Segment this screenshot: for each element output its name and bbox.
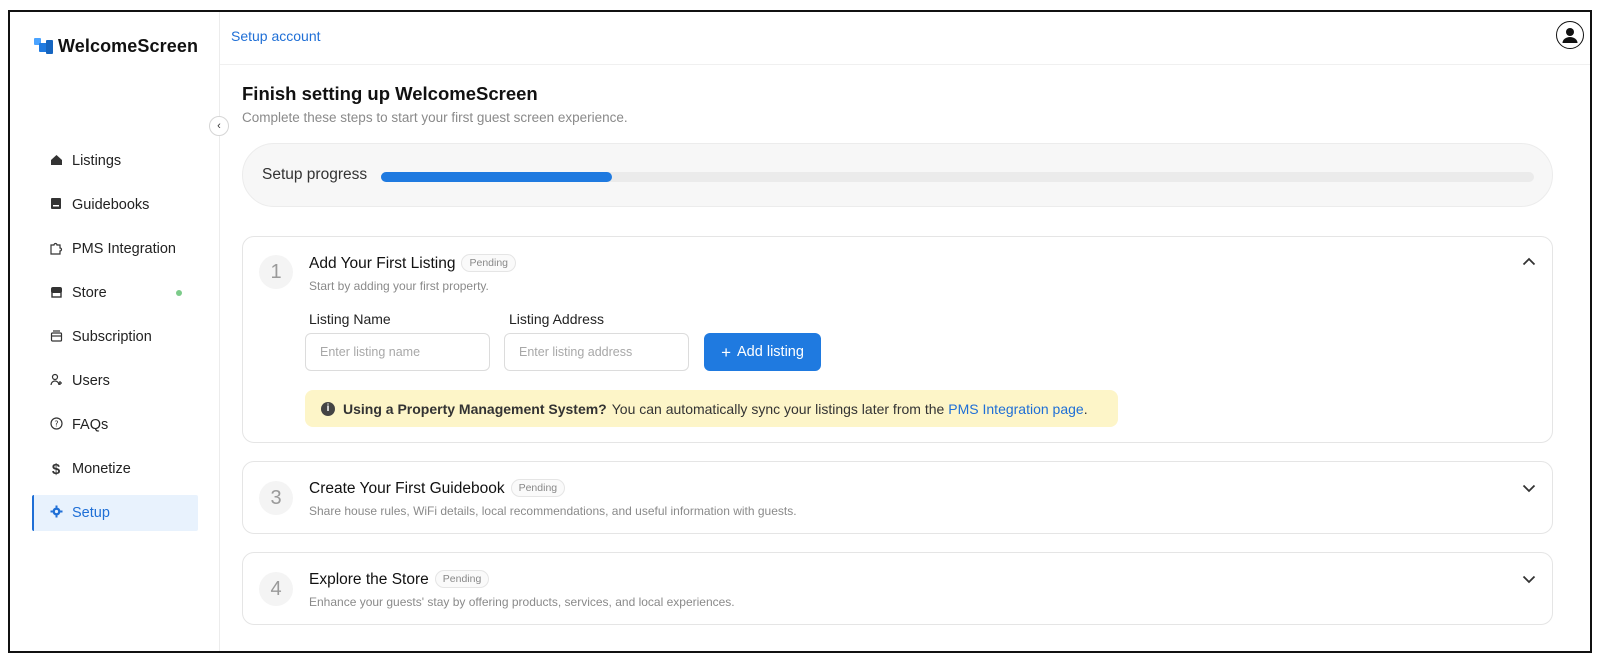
notice-end: . [1083,400,1088,417]
status-dot [176,290,182,296]
main-content: Finish setting up WelcomeScreen Complete… [242,65,1590,651]
gear-icon [48,505,64,521]
notice-heading: Using a Property Management System? [343,400,607,417]
sidebar-nav: Listings Guidebooks PMS Integration Stor… [32,143,198,539]
dollar-icon: $ [51,460,61,478]
step-description: Start by adding your first property. [309,279,489,293]
subscription-icon [48,329,64,345]
step-number: 3 [259,481,293,515]
sidebar-item-subscription[interactable]: Subscription [32,319,198,355]
sidebar-item-store[interactable]: Store [32,275,198,311]
sidebar-item-users[interactable]: Users [32,363,198,399]
setup-progress-card: Setup progress [242,143,1553,207]
sidebar: WelcomeScreen Listings Guidebooks PMS In… [10,12,220,651]
add-listing-button[interactable]: + Add listing [704,333,821,371]
avatar[interactable] [1556,21,1584,49]
listing-address-label: Listing Address [509,311,604,327]
user-icon [1562,28,1578,43]
app-window: WelcomeScreen Listings Guidebooks PMS In… [8,10,1592,653]
logo-icon [34,37,54,56]
users-icon [48,373,64,389]
book-icon [48,197,64,213]
status-badge: Pending [434,570,490,588]
pms-integration-link[interactable]: PMS Integration page [948,401,1083,417]
listing-address-input[interactable] [504,333,689,371]
step-description: Enhance your guests' stay by offering pr… [309,595,735,609]
listing-name-input[interactable] [305,333,490,371]
sidebar-item-pms-integration[interactable]: PMS Integration [32,231,198,267]
sidebar-item-label: Subscription [72,329,152,345]
pms-notice: i Using a Property Management System? Yo… [305,390,1118,427]
sidebar-item-monetize[interactable]: $ Monetize [32,451,198,487]
progress-label: Setup progress [262,166,368,183]
status-badge: Pending [510,479,566,497]
help-icon: ? [48,417,64,433]
info-icon: i [321,401,335,416]
step-title-text: Explore the Store [309,571,429,588]
sidebar-item-label: PMS Integration [72,241,176,257]
step-number: 1 [259,255,293,289]
chevron-down-icon[interactable] [1522,571,1536,587]
chevron-left-icon: ‹ [217,120,221,132]
sidebar-item-label: Guidebooks [72,197,150,213]
step-card-explore-store[interactable]: 4 Explore the Store Pending Enhance your … [242,552,1553,625]
step-title: Create Your First Guidebook Pending [309,479,566,498]
sidebar-item-label: Listings [72,153,122,169]
sidebar-item-guidebooks[interactable]: Guidebooks [32,187,198,223]
progress-bar [381,172,1534,182]
step-title[interactable]: Add Your First Listing Pending [309,254,517,273]
listing-name-label: Listing Name [309,311,391,327]
sidebar-item-faqs[interactable]: ? FAQs [32,407,198,443]
sidebar-item-label: Store [72,285,107,301]
sidebar-item-label: FAQs [72,417,109,433]
notice-text: You can automatically sync your listings… [611,400,945,417]
sidebar-item-listings[interactable]: Listings [32,143,198,179]
step-title: Explore the Store Pending [309,570,490,589]
puzzle-icon [48,241,64,258]
sidebar-item-label: Users [72,373,110,389]
plus-icon: + [721,342,732,362]
logo[interactable]: WelcomeScreen [34,36,198,57]
page-title: Finish setting up WelcomeScreen [242,83,538,104]
status-badge: Pending [461,254,517,272]
step-card-add-listing: 1 Add Your First Listing Pending Start by… [242,236,1553,443]
store-icon [48,286,64,301]
app-name: WelcomeScreen [58,36,199,56]
progress-fill [381,172,612,182]
step-card-create-guidebook[interactable]: 3 Create Your First Guidebook Pending Sha… [242,461,1553,534]
step-number: 4 [259,572,293,606]
step-description: Share house rules, WiFi details, local r… [309,504,797,518]
breadcrumb[interactable]: Setup account [231,28,321,44]
step-title-text: Add Your First Listing [309,255,456,272]
topbar: Setup account [220,12,1590,65]
chevron-up-icon[interactable] [1522,253,1536,269]
add-listing-label: Add listing [737,344,804,360]
page-subtitle: Complete these steps to start your first… [242,110,628,125]
sidebar-item-setup[interactable]: Setup [32,495,198,531]
collapse-sidebar-button[interactable]: ‹ [209,116,229,136]
sidebar-item-label: Setup [72,505,110,521]
step-title-text: Create Your First Guidebook [309,480,505,497]
chevron-down-icon[interactable] [1522,480,1536,496]
home-icon [48,154,64,169]
sidebar-item-label: Monetize [72,461,131,477]
svg-text:?: ? [54,420,58,429]
